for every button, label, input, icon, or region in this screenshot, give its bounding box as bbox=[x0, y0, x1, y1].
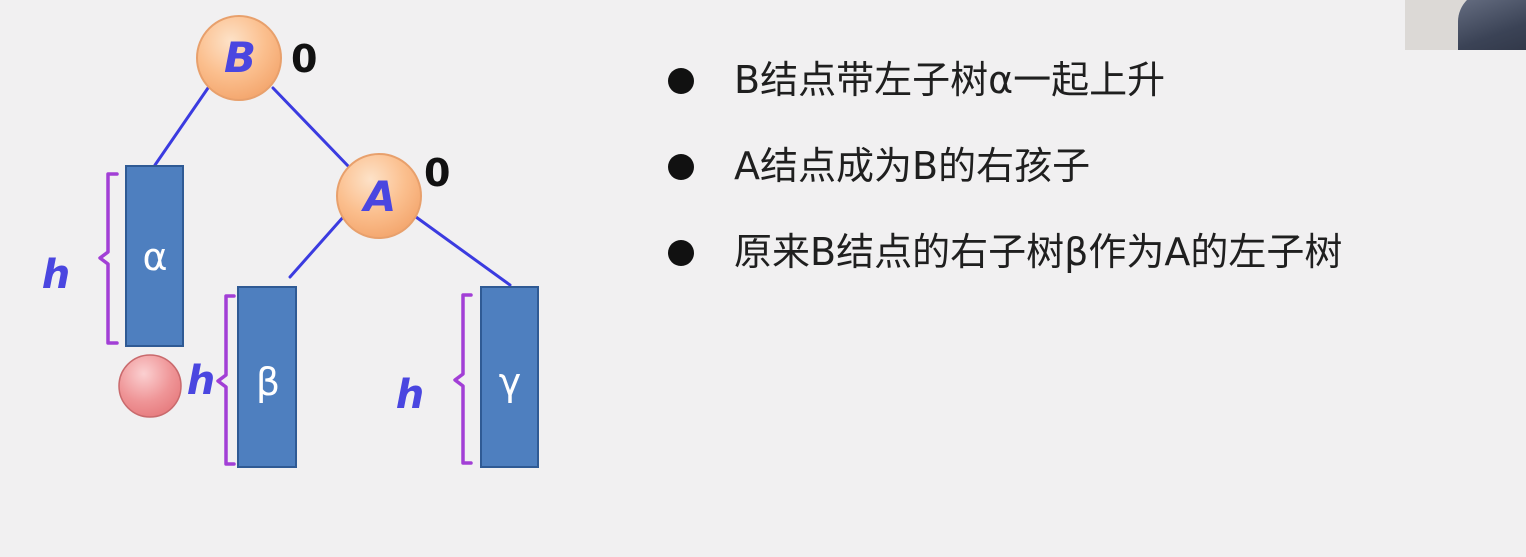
inserted-node bbox=[118, 354, 182, 418]
presenter-webcam bbox=[1405, 0, 1526, 50]
bullet-item: B结点带左子树α一起上升 bbox=[666, 52, 1342, 138]
subtree-alpha-label: α bbox=[142, 235, 167, 279]
edge-a-beta bbox=[288, 213, 347, 279]
node-a-balance: 0 bbox=[424, 151, 450, 195]
bullet-list: B结点带左子树α一起上升 A结点成为B的右孩子 原来B结点的右子树β作为A的左子… bbox=[666, 52, 1342, 310]
node-b-label: B bbox=[224, 33, 256, 82]
height-label-gamma: h bbox=[396, 372, 424, 418]
brace-gamma bbox=[453, 293, 473, 465]
bullet-item: A结点成为B的右孩子 bbox=[666, 138, 1342, 224]
subtree-gamma-label: γ bbox=[499, 360, 522, 404]
avl-rotation-diagram: α β γ h h h B A 0 0 bbox=[42, 15, 539, 468]
brace-beta bbox=[216, 294, 236, 466]
bullet-text: A结点成为B的右孩子 bbox=[734, 144, 1091, 188]
edge-a-gamma bbox=[414, 215, 512, 287]
subtree-beta-label: β bbox=[256, 360, 280, 404]
bullet-dot-icon bbox=[668, 68, 694, 94]
height-label-beta: h bbox=[187, 358, 215, 404]
node-b-balance: 0 bbox=[291, 37, 317, 81]
bullet-dot-icon bbox=[668, 154, 694, 180]
edge-b-alpha bbox=[153, 86, 210, 167]
presenter-shoulder bbox=[1458, 0, 1526, 50]
height-label-alpha: h bbox=[42, 252, 70, 298]
bullet-text: B结点带左子树α一起上升 bbox=[734, 58, 1166, 102]
node-a-label: A bbox=[361, 172, 397, 221]
brace-alpha bbox=[98, 172, 119, 345]
edge-b-a bbox=[271, 86, 352, 170]
bullet-text: 原来B结点的右子树β作为A的左子树 bbox=[734, 230, 1343, 274]
bullet-item: 原来B结点的右子树β作为A的左子树 bbox=[666, 224, 1342, 310]
bullet-dot-icon bbox=[668, 240, 694, 266]
